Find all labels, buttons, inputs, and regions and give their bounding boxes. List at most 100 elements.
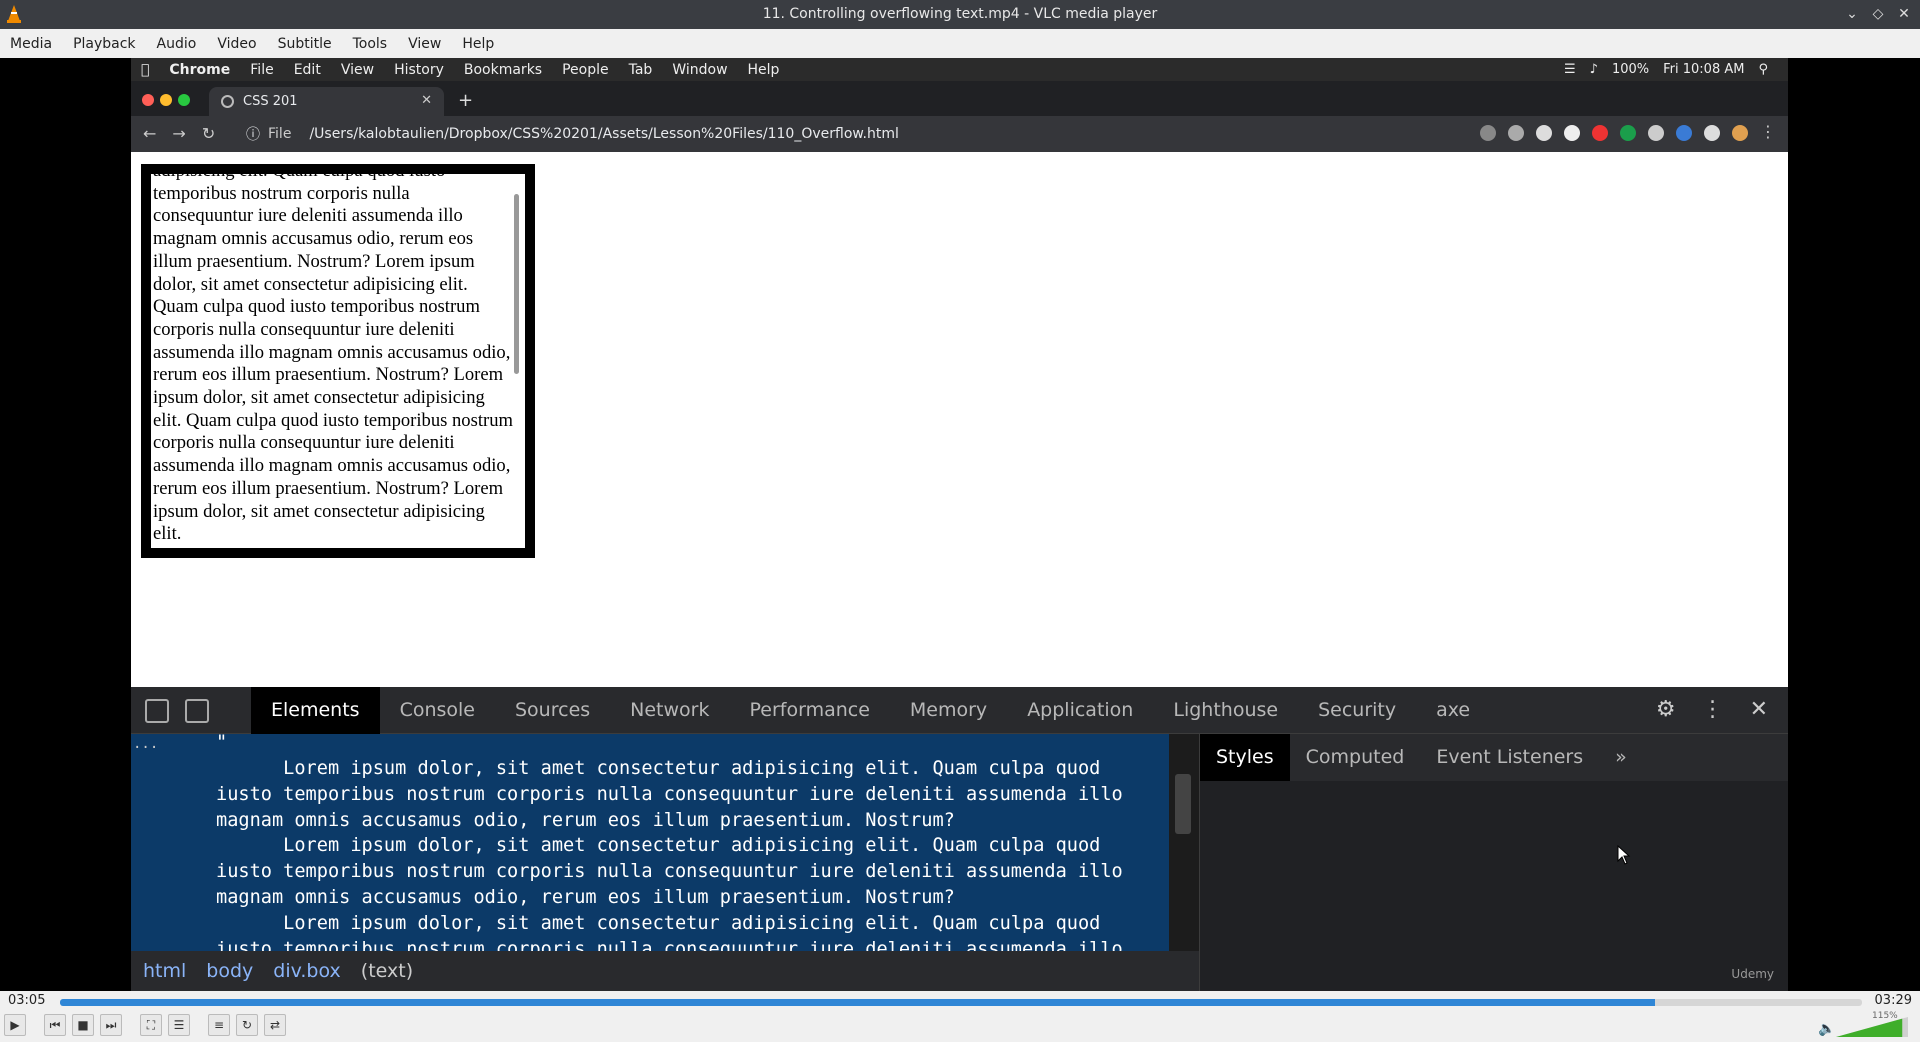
shuffle-button[interactable]: ⇄ — [264, 1014, 286, 1036]
seek-bar[interactable] — [60, 999, 1862, 1006]
menu-audio[interactable]: Audio — [147, 36, 208, 52]
menu-tools[interactable]: Tools — [343, 36, 399, 52]
extension-blue-icon — [1676, 125, 1692, 141]
tab-styles: Styles — [1200, 734, 1290, 781]
minimize-button[interactable]: ⌄ — [1844, 4, 1860, 24]
kebab-menu-icon: ⋮ — [1701, 697, 1724, 722]
styles-pane: Styles Computed Event Listeners » Udemy — [1199, 734, 1788, 991]
box-scrollbar — [514, 194, 519, 374]
extension-red-icon — [1592, 125, 1608, 141]
play-button[interactable]: ▶ — [4, 1014, 26, 1036]
scroll-thumb — [1175, 774, 1191, 834]
close-devtools-icon: ✕ — [1749, 697, 1768, 722]
tab-console: Console — [399, 699, 475, 721]
window-titlebar: 11. Controlling overflowing text.mp4 - V… — [0, 0, 1920, 29]
camera-icon — [1536, 125, 1552, 141]
overflow-box-text: adipisicing elit. Quam culpa quod iusto … — [153, 164, 513, 545]
previous-button[interactable]: ⏮ — [44, 1014, 66, 1036]
udemy-watermark: Udemy — [1731, 967, 1774, 981]
chrome-tab-strip: CSS 201 ✕ + — [131, 81, 1788, 116]
next-button[interactable]: ⏭ — [100, 1014, 122, 1036]
mac-menu-help: Help — [739, 61, 780, 78]
extension-icons: ⋮ — [1480, 122, 1776, 141]
volume-status-icon: ♪ — [1589, 62, 1598, 77]
tab-axe: axe — [1436, 699, 1471, 721]
chrome-toolbar: ← → ↻ ⓘ File /Users/kalobtaulien/Dropbox… — [131, 116, 1788, 152]
globe-icon — [221, 95, 234, 108]
grammarly-icon — [1620, 125, 1636, 141]
mac-menu-people: People — [553, 61, 609, 78]
menu-view[interactable]: View — [398, 36, 452, 52]
mac-close-icon — [142, 94, 154, 106]
back-icon: ← — [143, 124, 157, 143]
mac-clock: Fri 10:08 AM — [1663, 62, 1745, 77]
tab-lighthouse: Lighthouse — [1173, 699, 1279, 721]
reload-icon: ↻ — [201, 124, 216, 143]
elements-quote: " — [216, 734, 228, 753]
mac-menu-tab: Tab — [620, 61, 653, 78]
mac-minimize-icon — [160, 94, 172, 106]
mac-menu-view: View — [332, 61, 374, 78]
elements-dots: ... — [133, 736, 159, 752]
file-label: File — [268, 126, 292, 142]
crumb-div-box: div.box — [273, 960, 341, 982]
tab-title: CSS 201 — [243, 94, 298, 109]
playlist-button[interactable]: ≡ — [208, 1014, 230, 1036]
wifi-icon: ☰ — [1564, 62, 1576, 77]
chrome-tab: CSS 201 ✕ — [209, 87, 444, 116]
page-viewport: adipisicing elit. Quam culpa quod iusto … — [131, 152, 1788, 687]
apple-icon:  — [131, 62, 159, 78]
breadcrumb: html body div.box (text) — [131, 951, 1199, 991]
tab-application: Application — [1027, 699, 1134, 721]
total-time: 03:29 — [1874, 993, 1912, 1008]
video-frame:  Chrome File Edit View History Bookmark… — [131, 58, 1788, 991]
tab-computed: Computed — [1305, 746, 1405, 768]
stop-button[interactable]: ■ — [72, 1014, 94, 1036]
gear-icon: ⚙ — [1655, 697, 1676, 722]
window-title: 11. Controlling overflowing text.mp4 - V… — [762, 6, 1158, 22]
speaker-icon[interactable]: 🔈 — [1818, 1021, 1835, 1037]
more-icon: ⋮ — [1760, 122, 1776, 141]
player-controls: 03:05 03:29 ▶ ⏮ ■ ⏭ ⛶ ☰ ≡ ↻ ⇄ 🔈 115% — [0, 991, 1920, 1042]
tab-memory: Memory — [909, 699, 988, 721]
crumb-body: body — [206, 960, 254, 982]
mac-menu-edit: Edit — [285, 61, 321, 78]
elements-scrollbar — [1169, 734, 1199, 951]
device-toggle-icon — [185, 699, 209, 723]
zoom-icon — [1480, 125, 1496, 141]
maximize-button[interactable]: ◇ — [1870, 4, 1886, 24]
star-icon — [1508, 125, 1524, 141]
puzzle-icon — [1704, 125, 1720, 141]
url-path: /Users/kalobtaulien/Dropbox/CSS%20201/As… — [309, 126, 899, 142]
volume-control[interactable]: 🔈 115% — [1818, 1011, 1910, 1039]
fullscreen-button[interactable]: ⛶ — [140, 1014, 162, 1036]
elements-tree: ... " Lorem ipsum dolor, sit amet consec… — [131, 734, 1169, 951]
mouse-cursor-icon — [1617, 845, 1631, 865]
volume-slider[interactable] — [1836, 1017, 1908, 1037]
tab-security: Security — [1318, 699, 1397, 721]
extended-settings-button[interactable]: ☰ — [168, 1014, 190, 1036]
spotlight-icon: ⚲ — [1758, 62, 1768, 77]
seek-row: 03:05 03:29 — [0, 991, 1920, 1011]
menu-subtitle[interactable]: Subtitle — [268, 36, 343, 52]
menu-media[interactable]: Media — [0, 36, 63, 52]
menu-video[interactable]: Video — [207, 36, 267, 52]
devtools-panel: Elements Console Sources Network Perform… — [131, 687, 1788, 991]
tab-close-icon: ✕ — [421, 93, 432, 108]
profile-icon — [1732, 125, 1748, 141]
menu-help[interactable]: Help — [452, 36, 505, 52]
close-window-button[interactable]: ✕ — [1896, 4, 1912, 24]
more-tabs-icon: » — [1615, 746, 1627, 768]
info-icon: ⓘ — [246, 127, 260, 143]
mac-menu-file: File — [241, 61, 273, 78]
loop-button[interactable]: ↻ — [236, 1014, 258, 1036]
menu-playback[interactable]: Playback — [63, 36, 146, 52]
video-area[interactable]:  Chrome File Edit View History Bookmark… — [0, 58, 1920, 991]
mac-menu-bookmarks: Bookmarks — [455, 61, 542, 78]
mac-zoom-icon — [178, 94, 190, 106]
battery-percent: 100% — [1611, 62, 1650, 77]
forward-icon: → — [172, 124, 186, 143]
mac-menu-history: History — [385, 61, 444, 78]
devtools-tabbar: Elements Console Sources Network Perform… — [131, 687, 1788, 734]
crumb-text: (text) — [360, 960, 414, 982]
